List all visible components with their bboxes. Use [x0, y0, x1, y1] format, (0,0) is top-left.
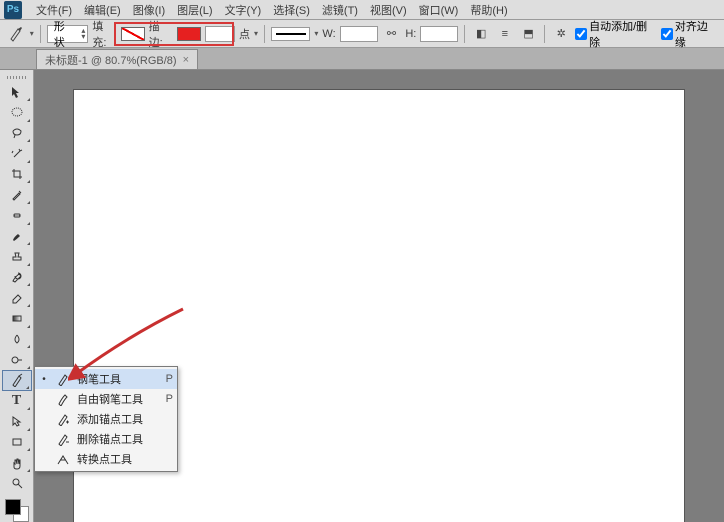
menu-item-label: 转换点工具 — [77, 451, 153, 467]
menu-window[interactable]: 窗口(W) — [413, 0, 465, 20]
lasso-tool[interactable] — [2, 123, 32, 144]
menu-freeform-pen-tool[interactable]: 自由钢笔工具 P — [35, 389, 177, 409]
width-input[interactable] — [340, 26, 378, 42]
arrange-icon[interactable]: ⬒ — [519, 25, 539, 43]
pen-tool[interactable] — [2, 370, 32, 391]
menu-layer[interactable]: 图层(L) — [171, 0, 218, 20]
type-tool[interactable]: T — [2, 391, 32, 412]
crop-tool[interactable] — [2, 164, 32, 185]
pen-tool-flyout: • 钢笔工具 P 自由钢笔工具 P 添加锚点工具 删除锚点工具 转换点工具 — [34, 366, 178, 472]
hand-tool[interactable] — [2, 452, 32, 473]
menu-delete-anchor-tool[interactable]: 删除锚点工具 — [35, 429, 177, 449]
menu-filter[interactable]: 滤镜(T) — [316, 0, 364, 20]
add-anchor-icon — [55, 411, 71, 427]
options-bar: ▾ 形状 ▴▾ 填充: 描边: 点 ▾ ▾ W: ⚯ H: ◧ ≡ ⬒ ✲ 自动… — [0, 20, 724, 48]
divider — [464, 25, 465, 43]
pen-icon — [55, 371, 71, 387]
stroke-swatch[interactable] — [177, 27, 201, 41]
auto-add-input[interactable] — [575, 28, 587, 40]
menu-convert-point-tool[interactable]: 转换点工具 — [35, 449, 177, 469]
brush-tool[interactable] — [2, 226, 32, 247]
move-tool[interactable] — [2, 81, 32, 102]
menu-item-shortcut: P — [159, 373, 173, 385]
menu-item-label: 删除锚点工具 — [77, 431, 153, 447]
pt-label: 点 — [239, 26, 250, 42]
h-label: H: — [405, 28, 416, 40]
height-input[interactable] — [420, 26, 458, 42]
w-label: W: — [322, 28, 335, 40]
align-icon[interactable]: ≡ — [495, 25, 515, 43]
menu-help[interactable]: 帮助(H) — [464, 0, 513, 20]
app-logo: Ps — [4, 1, 22, 19]
menu-item-label: 自由钢笔工具 — [77, 391, 153, 407]
menu-add-anchor-tool[interactable]: 添加锚点工具 — [35, 409, 177, 429]
tool-mode-select[interactable]: 形状 ▴▾ — [47, 25, 89, 43]
close-icon[interactable]: × — [183, 54, 189, 66]
stroke-label: 描边: — [149, 18, 174, 50]
eyedropper-tool[interactable] — [2, 184, 32, 205]
zoom-tool[interactable] — [2, 473, 32, 494]
gradient-tool[interactable] — [2, 308, 32, 329]
divider — [40, 25, 41, 43]
wand-tool[interactable] — [2, 143, 32, 164]
menu-item-label: 添加锚点工具 — [77, 411, 153, 427]
divider — [264, 25, 265, 43]
color-swatches[interactable] — [5, 499, 29, 521]
menu-pen-tool[interactable]: • 钢笔工具 P — [35, 369, 177, 389]
check-icon: • — [39, 374, 49, 385]
fill-swatch[interactable] — [121, 27, 145, 41]
shape-tool[interactable] — [2, 432, 32, 453]
marquee-tool[interactable] — [2, 102, 32, 123]
fill-label: 填充: — [92, 18, 117, 50]
menu-item-label: 钢笔工具 — [77, 371, 153, 387]
foreground-color-swatch[interactable] — [5, 499, 21, 515]
blur-tool[interactable] — [2, 329, 32, 350]
align-edges-checkbox[interactable]: 对齐边缘 — [661, 18, 718, 50]
del-anchor-icon — [55, 431, 71, 447]
document-tab-title: 未标题-1 @ 80.7%(RGB/8) — [45, 52, 177, 68]
link-icon[interactable]: ⚯ — [382, 25, 402, 43]
history-brush-tool[interactable] — [2, 267, 32, 288]
menu-select[interactable]: 选择(S) — [267, 0, 316, 20]
path-ops-icon[interactable]: ◧ — [471, 25, 491, 43]
stroke-style-select[interactable] — [271, 27, 310, 41]
current-tool-icon[interactable] — [6, 25, 26, 43]
divider — [544, 25, 545, 43]
stamp-tool[interactable] — [2, 246, 32, 267]
convert-icon — [55, 451, 71, 467]
stroke-width-input[interactable] — [205, 26, 235, 42]
document-tab[interactable]: 未标题-1 @ 80.7%(RGB/8) × — [36, 49, 198, 69]
align-edges-label: 对齐边缘 — [675, 18, 718, 50]
menu-type[interactable]: 文字(Y) — [219, 0, 268, 20]
free-pen-icon — [55, 391, 71, 407]
heal-tool[interactable] — [2, 205, 32, 226]
document-tab-bar: 未标题-1 @ 80.7%(RGB/8) × — [0, 48, 724, 70]
menu-item-shortcut: P — [159, 393, 173, 405]
menu-view[interactable]: 视图(V) — [364, 0, 413, 20]
auto-add-checkbox[interactable]: 自动添加/删除 — [575, 18, 657, 50]
auto-add-label: 自动添加/删除 — [589, 18, 657, 50]
align-edges-input[interactable] — [661, 28, 673, 40]
tool-mode-value: 形状 — [54, 18, 76, 50]
panel-grip[interactable] — [0, 74, 33, 81]
dodge-tool[interactable] — [2, 349, 32, 370]
eraser-tool[interactable] — [2, 287, 32, 308]
tools-panel: T — [0, 70, 34, 522]
gear-icon[interactable]: ✲ — [551, 25, 571, 43]
path-select-tool[interactable] — [2, 411, 32, 432]
